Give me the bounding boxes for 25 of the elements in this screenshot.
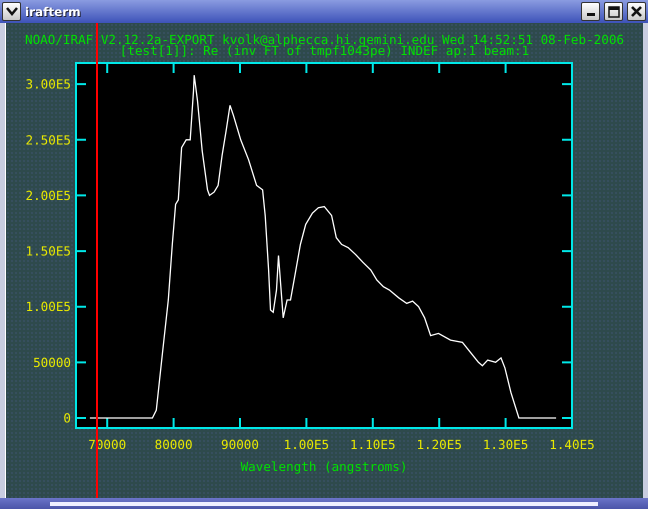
minimize-button[interactable] — [581, 2, 600, 21]
y-tick-label: 1.00E5 — [26, 299, 71, 314]
y-tick-label: 1.50E5 — [26, 244, 71, 259]
maximize-icon — [608, 6, 620, 18]
y-tick-label: 50000 — [33, 354, 71, 370]
y-tick-label: 0 — [63, 410, 71, 426]
chevron-icon — [6, 7, 18, 16]
window-title: irafterm — [25, 4, 82, 20]
x-axis-label: Wavelength (angstroms) — [240, 459, 408, 474]
y-tick-label: 2.00E5 — [26, 188, 71, 203]
x-tick-label: 1.00E5 — [284, 437, 330, 452]
x-tick-label: 90000 — [221, 437, 259, 452]
y-tick-label: 2.50E5 — [26, 132, 71, 148]
plot-header: NOAO/IRAF V2.12.2a-EXPORT kvolk@alphecca.hi.gemini.edu Wed 14:52:51 08-Feb-2006 — [25, 32, 624, 47]
x-tick-label: 1.20E5 — [416, 437, 462, 452]
x-tick-label: 1.40E5 — [549, 437, 595, 452]
close-button[interactable] — [627, 2, 646, 21]
close-icon — [631, 6, 642, 17]
x-tick-label: 1.10E5 — [350, 437, 396, 452]
minimize-icon — [586, 13, 594, 16]
maximize-button[interactable] — [604, 2, 623, 21]
x-tick-label: 80000 — [154, 437, 193, 452]
x-tick-label: 1.30E5 — [482, 437, 528, 452]
y-tick-label: 3.00E5 — [26, 76, 71, 92]
window-menu-button[interactable] — [2, 2, 21, 21]
